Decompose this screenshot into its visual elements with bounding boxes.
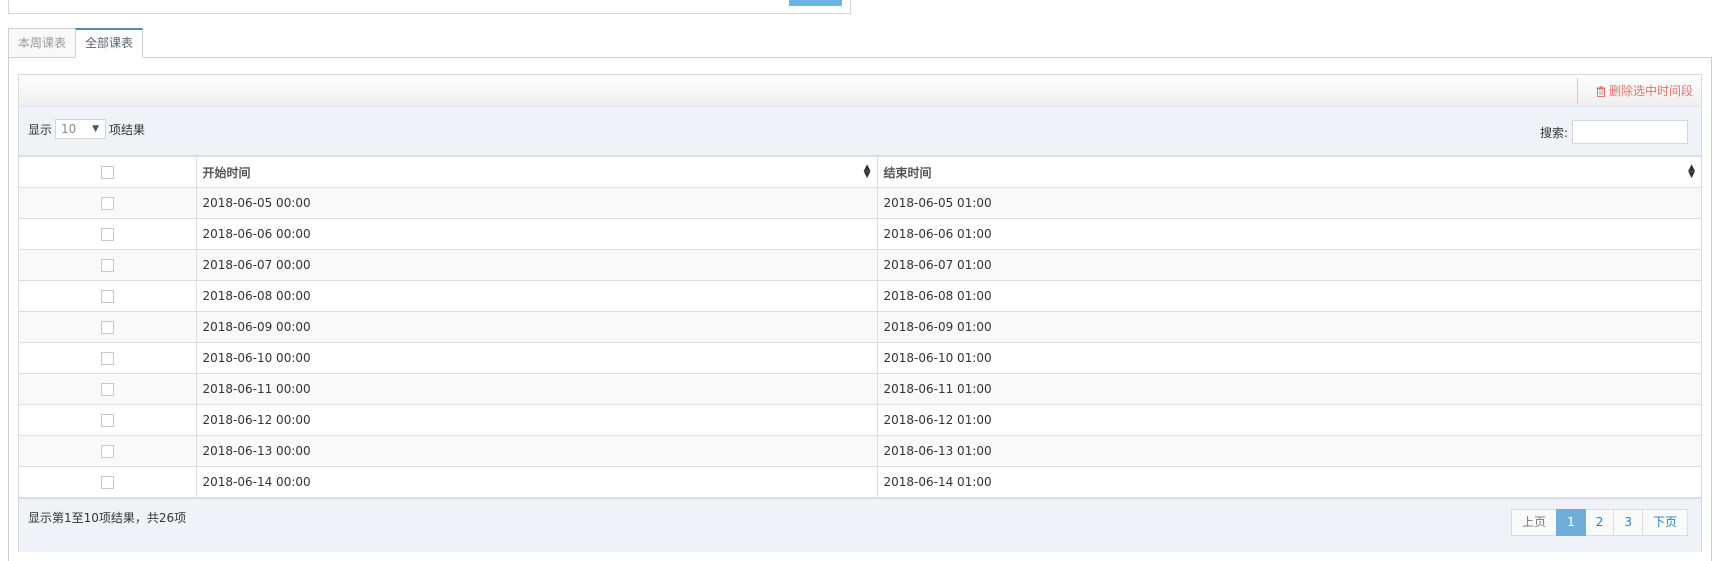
start-time-cell: 2018-06-07 00:00: [195, 249, 878, 281]
table-row: 2018-06-06 00:00 2018-06-06 01:00: [19, 218, 1701, 250]
end-time-cell: 2018-06-05 01:00: [876, 187, 1701, 219]
row-checkbox[interactable]: [100, 259, 114, 272]
table-toolbar: 删除选中时间段: [19, 75, 1701, 107]
prev-page-button[interactable]: 上页: [1511, 509, 1558, 536]
show-suffix-label: 项结果: [109, 122, 146, 137]
start-time-cell: 2018-06-09 00:00: [195, 311, 878, 343]
tab-all-schedule[interactable]: 全部课表: [75, 28, 144, 58]
row-select-cell: [19, 249, 197, 281]
table-row: 2018-06-11 00:00 2018-06-11 01:00: [19, 373, 1701, 405]
table-row: 2018-06-09 00:00 2018-06-09 01:00: [19, 311, 1701, 343]
tab-this-week-schedule[interactable]: 本周课表: [8, 28, 77, 58]
column-header-start-time[interactable]: 开始时间 ▲ ▼: [195, 156, 878, 188]
start-time-cell: 2018-06-14 00:00: [195, 466, 878, 498]
delete-selected-label: 删除选中时间段: [1608, 84, 1693, 98]
row-select-cell: [19, 342, 197, 374]
row-checkbox[interactable]: [100, 228, 114, 241]
page-button-1[interactable]: 1: [1556, 509, 1586, 536]
divider: [8, 13, 850, 14]
end-time-cell: 2018-06-12 01:00: [876, 404, 1701, 436]
table-row: 2018-06-07 00:00 2018-06-07 01:00: [19, 249, 1701, 281]
start-time-cell: 2018-06-06 00:00: [195, 218, 878, 250]
schedule-table: 开始时间 ▲ ▼ 结束时间 ▲ ▼ 2018-06-05 00:00 2018-06…: [19, 156, 1701, 498]
row-select-cell: [19, 466, 197, 498]
pagination-info: 显示第1至10项结果，共26项: [28, 511, 187, 525]
show-prefix-label: 显示: [28, 122, 53, 137]
table-row: 2018-06-13 00:00 2018-06-13 01:00: [19, 435, 1701, 467]
tab-bar: 本周课表 全部课表: [8, 28, 144, 58]
toolbar-divider: [1577, 78, 1578, 104]
table-footer: 显示第1至10项结果，共26项 上页 1 2 3 下页: [19, 498, 1701, 552]
row-checkbox[interactable]: [100, 414, 114, 427]
select-all-checkbox[interactable]: [100, 166, 114, 179]
top-strip: [0, 0, 1717, 14]
row-select-cell: [19, 435, 197, 467]
row-select-cell: [19, 218, 197, 250]
search-label: 搜索:: [1539, 125, 1568, 140]
row-select-cell: [19, 404, 197, 436]
search-control: 搜索:: [1540, 120, 1688, 144]
table-controls: 显示 10 ▼ 项结果 搜索:: [19, 107, 1701, 156]
page-length-value: 10: [61, 122, 77, 136]
sort-icon: ▲ ▼: [863, 163, 871, 180]
table-row: 2018-06-10 00:00 2018-06-10 01:00: [19, 342, 1701, 374]
row-checkbox[interactable]: [100, 352, 114, 365]
top-button-fragment[interactable]: [789, 0, 842, 6]
row-select-cell: [19, 187, 197, 219]
row-checkbox[interactable]: [100, 197, 114, 210]
row-select-cell: [19, 311, 197, 343]
table-row: 2018-06-12 00:00 2018-06-12 01:00: [19, 404, 1701, 436]
end-time-cell: 2018-06-08 01:00: [876, 280, 1701, 312]
divider: [8, 0, 9, 14]
start-time-cell: 2018-06-05 00:00: [195, 187, 878, 219]
row-checkbox[interactable]: [100, 445, 114, 458]
page-button-3[interactable]: 3: [1613, 509, 1643, 536]
search-input[interactable]: [1572, 120, 1688, 144]
divider: [850, 0, 851, 14]
column-header-label: 开始时间: [202, 165, 251, 180]
start-time-cell: 2018-06-08 00:00: [195, 280, 878, 312]
page-length-select[interactable]: 10 ▼: [55, 119, 107, 139]
start-time-cell: 2018-06-13 00:00: [195, 435, 878, 467]
page-length-control: 显示 10 ▼ 项结果: [28, 119, 145, 139]
table-header-row: 开始时间 ▲ ▼ 结束时间 ▲ ▼: [19, 156, 1701, 188]
column-header-end-time[interactable]: 结束时间 ▲ ▼: [876, 156, 1701, 188]
row-select-cell: [19, 373, 197, 405]
end-time-cell: 2018-06-07 01:00: [876, 249, 1701, 281]
table-row: 2018-06-08 00:00 2018-06-08 01:00: [19, 280, 1701, 312]
end-time-cell: 2018-06-09 01:00: [876, 311, 1701, 343]
table-row: 2018-06-14 00:00 2018-06-14 01:00: [19, 466, 1701, 498]
end-time-cell: 2018-06-14 01:00: [876, 466, 1701, 498]
end-time-cell: 2018-06-11 01:00: [876, 373, 1701, 405]
start-time-cell: 2018-06-10 00:00: [195, 342, 878, 374]
page-button-2[interactable]: 2: [1584, 509, 1615, 536]
row-checkbox[interactable]: [100, 476, 114, 489]
sort-icon: ▲ ▼: [1688, 163, 1695, 180]
row-checkbox[interactable]: [100, 383, 114, 396]
start-time-cell: 2018-06-12 00:00: [195, 404, 878, 436]
delete-selected-button[interactable]: 删除选中时间段: [1596, 75, 1693, 107]
start-time-cell: 2018-06-11 00:00: [195, 373, 878, 405]
row-select-cell: [19, 280, 197, 312]
schedule-table-widget: 删除选中时间段 显示 10 ▼ 项结果 搜索: 开始时间 ▲ ▼ 结束时间 ▲ …: [18, 74, 1702, 552]
next-page-button[interactable]: 下页: [1641, 509, 1688, 536]
row-checkbox[interactable]: [100, 290, 114, 303]
caret-down-icon: ▼: [92, 124, 100, 134]
end-time-cell: 2018-06-10 01:00: [876, 342, 1701, 374]
select-all-cell: [19, 156, 197, 188]
trash-icon: [1596, 85, 1606, 97]
row-checkbox[interactable]: [100, 321, 114, 334]
table-row: 2018-06-05 00:00 2018-06-05 01:00: [19, 187, 1701, 219]
end-time-cell: 2018-06-13 01:00: [876, 435, 1701, 467]
column-header-label: 结束时间: [883, 165, 932, 180]
pagination: 上页 1 2 3 下页: [1511, 509, 1688, 536]
end-time-cell: 2018-06-06 01:00: [876, 218, 1701, 250]
